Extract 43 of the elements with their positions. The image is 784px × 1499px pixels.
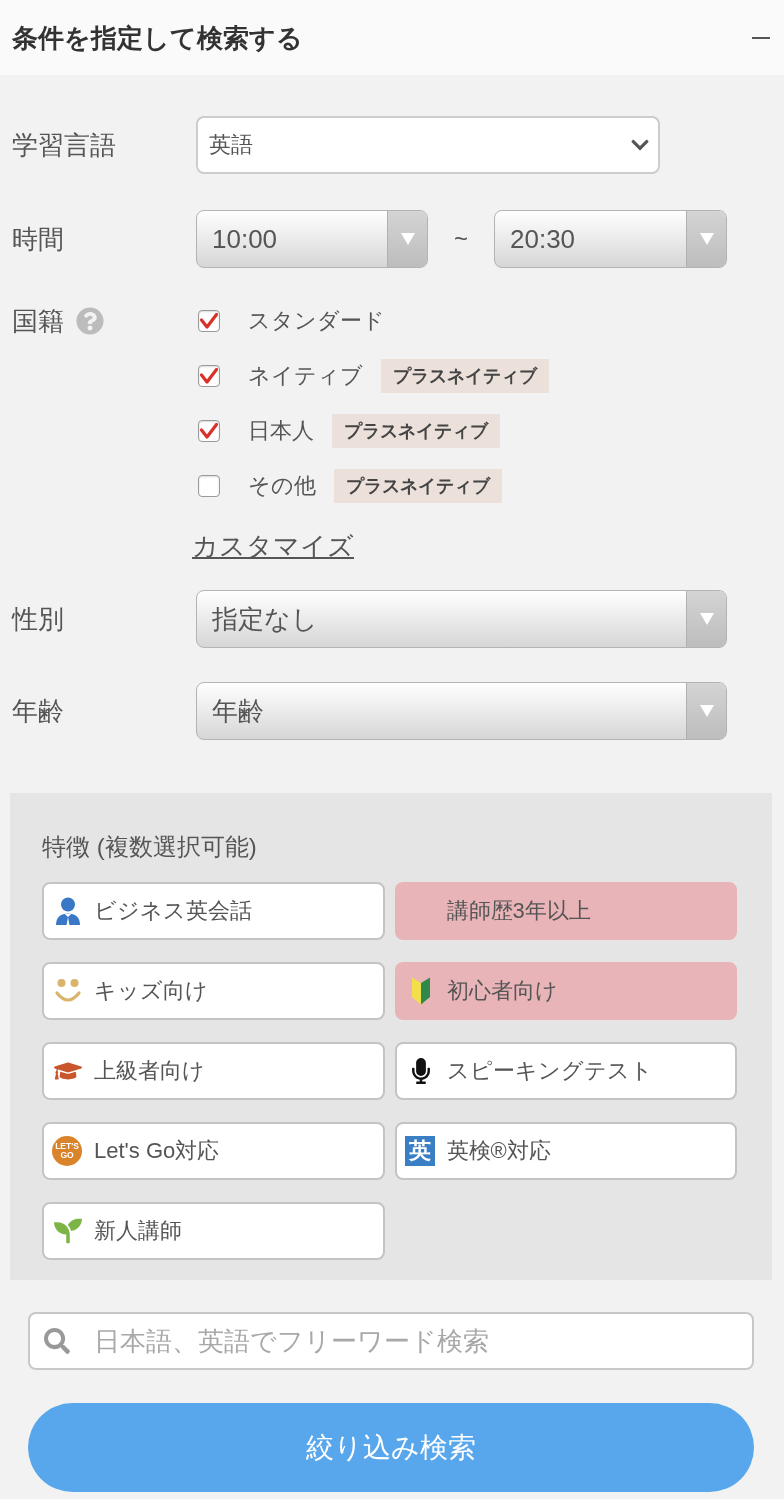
checkbox[interactable]	[198, 310, 220, 332]
logo-icon: LET'S GO	[52, 1136, 82, 1166]
plan-badge: プラスネイティブ	[334, 469, 502, 503]
field-label: 国籍	[12, 305, 64, 338]
feature-toggle[interactable]: 講師歴3年以上	[394, 882, 737, 940]
time-select[interactable]: 10:00	[196, 210, 428, 268]
field-label: 年齢	[12, 695, 64, 728]
sprout-icon	[54, 1217, 82, 1245]
search-icon	[44, 1328, 70, 1354]
collapse-icon[interactable]	[752, 36, 770, 39]
field-label: 学習言語	[12, 129, 116, 162]
plan-badge: プラスネイティブ	[332, 414, 500, 448]
section-title: 特徴 (複数選択可能)	[42, 832, 258, 862]
feature-toggle[interactable]: キッズ向け	[42, 962, 385, 1020]
plan-badge: プラスネイティブ	[381, 359, 549, 393]
time-select[interactable]: 20:30	[494, 210, 727, 268]
businessman-icon	[54, 897, 82, 925]
search-input[interactable]: 日本語、英語でフリーワード検索	[94, 1321, 740, 1361]
checkbox[interactable]	[198, 420, 220, 442]
field-label: 性別	[12, 603, 64, 636]
smile-icon	[54, 977, 82, 1005]
checkbox[interactable]	[198, 475, 220, 497]
age-select[interactable]: 年齢	[196, 682, 727, 740]
option-label: その他	[248, 472, 316, 500]
option-label: 日本人	[248, 417, 314, 445]
language-select[interactable]: 英語	[196, 116, 660, 174]
feature-toggle[interactable]: 新人講師	[42, 1202, 385, 1260]
search-field[interactable]: 日本語、英語でフリーワード検索	[28, 1312, 754, 1370]
feature-toggle[interactable]: 英 英検®対応	[394, 1122, 737, 1180]
checkbox[interactable]	[198, 365, 220, 387]
field-label: 時間	[12, 223, 64, 256]
feature-toggle[interactable]: 初心者向け	[394, 962, 737, 1020]
kanji-tile-icon: 英	[404, 1136, 435, 1166]
feature-toggle[interactable]: ビジネス英会話	[42, 882, 385, 940]
range-separator: ~	[453, 225, 469, 253]
option-label: ネイティブ	[248, 362, 363, 390]
panel-title: 条件を指定して検索する	[12, 21, 303, 55]
option-label: スタンダード	[248, 307, 385, 335]
customize-link[interactable]: カスタマイズ	[192, 531, 354, 561]
feature-toggle[interactable]: LET'S GO Let's Go対応	[42, 1122, 385, 1180]
feature-toggle[interactable]: 上級者向け	[42, 1042, 385, 1100]
feature-toggle[interactable]: スピーキングテスト	[394, 1042, 737, 1100]
gender-select[interactable]: 指定なし	[196, 590, 727, 648]
